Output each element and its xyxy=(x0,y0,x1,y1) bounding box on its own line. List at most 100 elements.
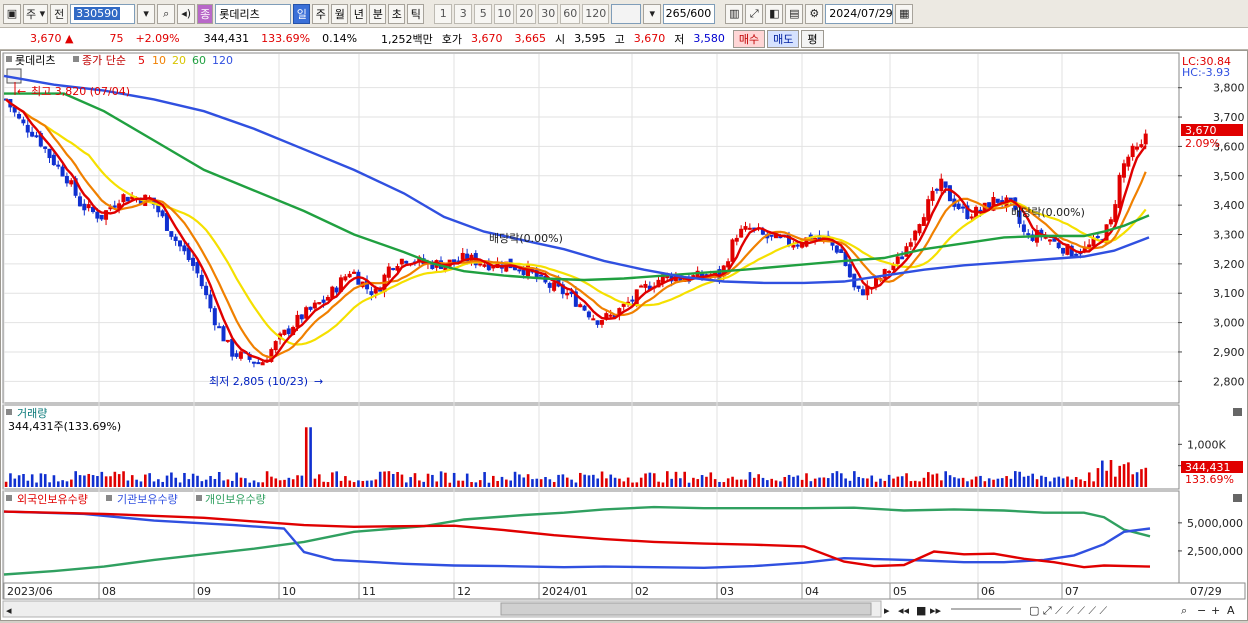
volume-bar xyxy=(113,471,117,487)
candle-down xyxy=(217,326,222,329)
candle-down xyxy=(30,131,35,137)
period-tick[interactable]: 틱 xyxy=(407,3,425,24)
volume-bar xyxy=(170,472,173,487)
prev-button[interactable]: 전 xyxy=(50,3,69,24)
interval-1[interactable]: 1 xyxy=(434,3,453,24)
interval-10[interactable]: 10 xyxy=(494,3,515,24)
font-size-icon[interactable]: A xyxy=(1227,604,1235,617)
volume-bar xyxy=(61,480,64,487)
volume-bar xyxy=(452,472,456,487)
holdings-legend: 외국인보유수량 기관보유수량 개인보유수량 xyxy=(6,493,266,506)
current-volume-pct: 133.69% xyxy=(1185,473,1234,486)
scrollbar-thumb[interactable] xyxy=(500,602,872,616)
avg-button[interactable]: 평 xyxy=(801,29,824,48)
price-tick-label: 2,800 xyxy=(1213,375,1245,388)
period-minute[interactable]: 분 xyxy=(369,3,387,24)
first-icon[interactable]: ◂◂ xyxy=(898,604,910,617)
interval-30[interactable]: 30 xyxy=(538,3,559,24)
candle-down xyxy=(204,285,209,296)
date-field[interactable]: 2024/07/29 xyxy=(825,3,894,24)
split-icon[interactable]: ◧ xyxy=(765,3,784,24)
volume-bar xyxy=(744,479,747,487)
interval-60[interactable]: 60 xyxy=(560,3,581,24)
volume-bar xyxy=(35,482,38,487)
period-week[interactable]: 주 xyxy=(312,3,330,24)
volume-bar xyxy=(300,475,304,487)
volume-bar xyxy=(478,480,482,487)
volume-bar xyxy=(326,482,330,487)
tool-icons[interactable]: ▢ ⤢ ⟋ ⟋ ⟋ ⟋ ⟋ xyxy=(1029,604,1108,617)
stop-icon[interactable]: ■ xyxy=(916,604,926,617)
legend-box-icon xyxy=(106,495,112,501)
individual-label: 개인보유수량 xyxy=(205,493,266,506)
volume-bar xyxy=(531,479,534,487)
volume-bar xyxy=(344,476,347,487)
high-arrow-icon: ← xyxy=(17,85,26,98)
volume-bar xyxy=(1122,464,1126,487)
zoom-out-icon[interactable]: − xyxy=(1197,604,1206,617)
search-icon[interactable]: ⌕ xyxy=(1181,604,1187,617)
volume-bar xyxy=(818,477,821,487)
volume-bar xyxy=(235,472,238,487)
candle-up xyxy=(891,265,896,271)
low-label: 최저 2,805 (10/23) xyxy=(209,375,308,388)
period-day[interactable]: 일 xyxy=(293,3,311,24)
price-tick-label: 2,900 xyxy=(1213,346,1245,359)
price-tick-label: 3,200 xyxy=(1213,258,1245,271)
interval-5[interactable]: 5 xyxy=(474,3,493,24)
candle-down xyxy=(452,259,457,263)
stock-code-input[interactable]: 330590 xyxy=(70,3,136,24)
scroll-right-icon[interactable]: ▸ xyxy=(884,604,890,617)
period-second[interactable]: 초 xyxy=(388,3,406,24)
gear-icon[interactable]: ⚙ xyxy=(805,3,824,24)
change-pct: +2.09% xyxy=(135,32,180,45)
panel-close-icon[interactable] xyxy=(1233,494,1242,502)
panel-close-icon[interactable] xyxy=(1233,408,1242,416)
scroll-left-icon[interactable]: ◂ xyxy=(6,604,12,617)
last-icon[interactable]: ▸▸ xyxy=(930,604,942,617)
window-icon[interactable]: ▣ xyxy=(3,3,21,24)
dropdown-icon[interactable]: ▾ xyxy=(137,3,156,24)
candle-up xyxy=(908,242,913,247)
volume-bar xyxy=(144,474,147,487)
volume-bar xyxy=(331,472,334,487)
interval-120[interactable]: 120 xyxy=(582,3,610,24)
volume-bar xyxy=(52,475,56,487)
interval-3[interactable]: 3 xyxy=(454,3,473,24)
volume-bar xyxy=(391,473,395,487)
period-year[interactable]: 년 xyxy=(350,3,368,24)
buy-button[interactable]: 매수 xyxy=(732,29,766,48)
candle-up xyxy=(747,227,752,230)
volume-bar xyxy=(1005,476,1008,487)
sell-button[interactable]: 매도 xyxy=(767,29,800,48)
volume-bar xyxy=(835,471,839,487)
volume-bar xyxy=(426,473,430,487)
volume-bar xyxy=(722,482,726,487)
zoom-in-icon[interactable]: + xyxy=(1211,604,1220,617)
x-tick-label: 04 xyxy=(805,585,819,598)
volume-bar xyxy=(22,473,25,487)
draw-tool-icon[interactable]: ⤢ xyxy=(745,3,764,24)
volume-bar xyxy=(713,479,717,487)
candle-up xyxy=(743,226,748,230)
volume-bar xyxy=(174,477,178,487)
save-icon[interactable]: ▤ xyxy=(785,3,804,24)
interval-20[interactable]: 20 xyxy=(516,3,537,24)
speaker-icon[interactable]: ◂) xyxy=(177,3,196,24)
calendar-icon[interactable]: ▦ xyxy=(895,3,914,24)
market-select[interactable]: 주 ▾ xyxy=(23,3,49,24)
candle-up xyxy=(317,302,322,305)
search-icon[interactable]: ⌕ xyxy=(157,3,176,24)
candle-down xyxy=(856,285,861,289)
candle-down xyxy=(586,311,591,318)
chart-tool-icon[interactable]: ▥ xyxy=(725,3,744,24)
interval-dropdown-icon[interactable]: ▾ xyxy=(643,3,662,24)
volume-bar xyxy=(109,476,112,487)
volume-bar xyxy=(461,480,465,487)
volume-tick-label: 1,000K xyxy=(1187,438,1226,451)
period-month[interactable]: 월 xyxy=(331,3,349,24)
count-field[interactable]: 265/600 xyxy=(663,3,716,24)
up-arrow-icon: ▲ xyxy=(65,32,74,45)
stock-name-field[interactable]: 롯데리츠 xyxy=(215,3,292,24)
custom-interval-input[interactable] xyxy=(611,3,642,24)
